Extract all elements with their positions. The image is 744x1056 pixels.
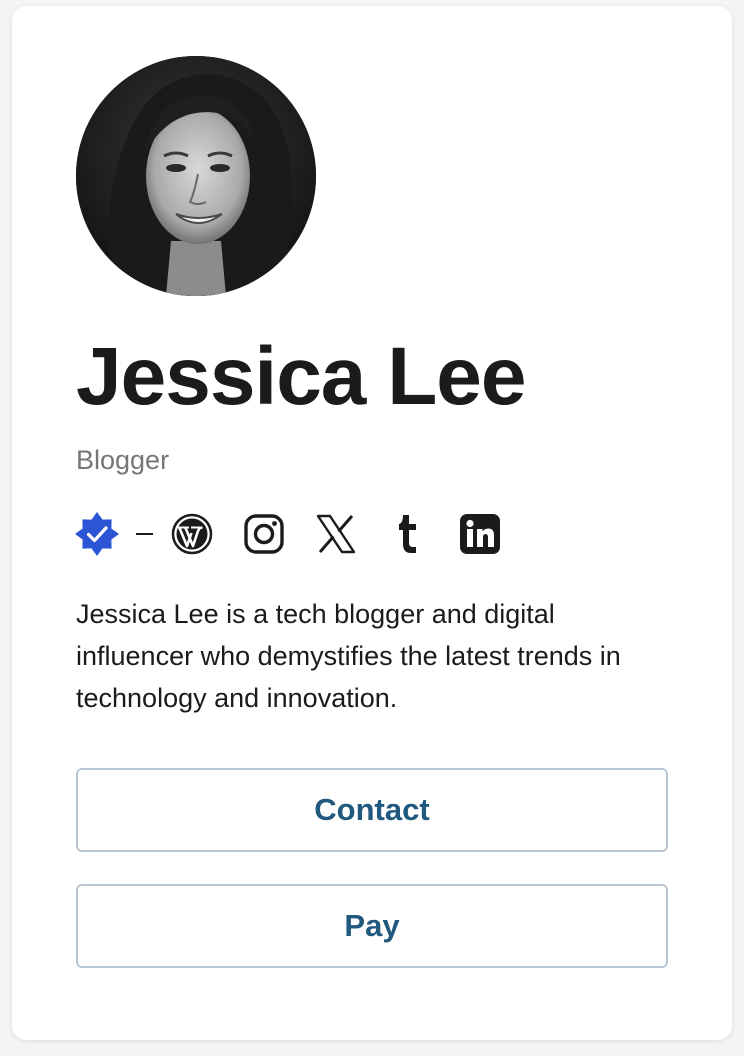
tumblr-icon[interactable]: [385, 511, 431, 557]
wordpress-icon[interactable]: [169, 511, 215, 557]
profile-name: Jessica Lee: [76, 331, 527, 422]
avatar: [76, 56, 316, 296]
profile-content: Jessica Lee Blogger Jessica Lee is a tec…: [74, 56, 668, 968]
contact-button[interactable]: Contact: [76, 768, 668, 852]
avatar-photo: [76, 56, 316, 296]
profile-card: Jessica Lee Blogger Jessica Lee is a tec…: [12, 6, 732, 1040]
instagram-icon[interactable]: [241, 511, 287, 557]
pay-button[interactable]: Pay: [76, 884, 668, 968]
x-icon[interactable]: [313, 511, 359, 557]
profile-role: Blogger: [76, 445, 170, 475]
linkedin-icon[interactable]: [457, 511, 503, 557]
verified-badge-icon: [74, 511, 120, 557]
profile-bio: Jessica Lee is a tech blogger and digita…: [76, 599, 621, 713]
social-links: [74, 511, 668, 557]
separator-dash: [136, 533, 153, 535]
